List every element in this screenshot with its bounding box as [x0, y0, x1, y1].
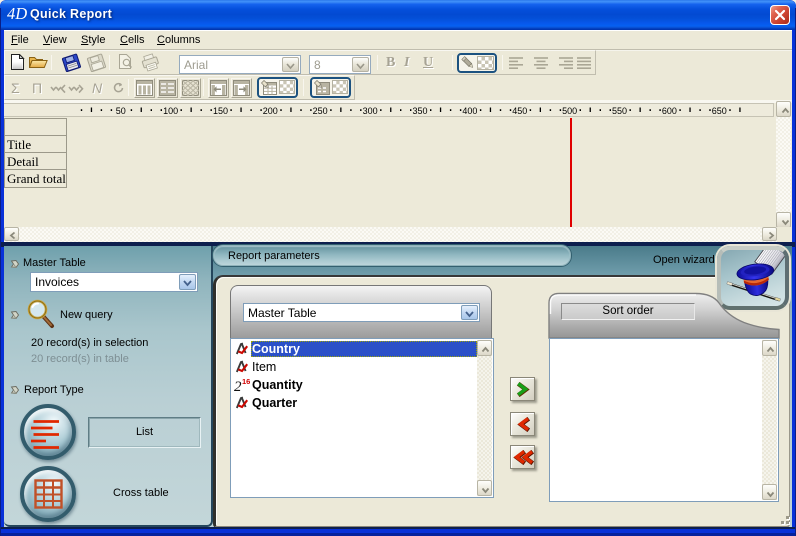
svg-text:50: 50: [116, 106, 126, 116]
svg-text:500: 500: [562, 106, 577, 116]
svg-text:16: 16: [242, 377, 250, 386]
svg-text:200: 200: [263, 106, 278, 116]
svg-text:250: 250: [313, 106, 328, 116]
svg-text:150: 150: [213, 106, 228, 116]
svg-text:350: 350: [412, 106, 427, 116]
svg-text:400: 400: [462, 106, 477, 116]
svg-text:550: 550: [612, 106, 627, 116]
svg-text:2: 2: [234, 379, 242, 392]
svg-text:300: 300: [363, 106, 378, 116]
svg-text:450: 450: [512, 106, 527, 116]
svg-text:600: 600: [662, 106, 677, 116]
svg-text:100: 100: [163, 106, 178, 116]
svg-text:650: 650: [712, 106, 727, 116]
